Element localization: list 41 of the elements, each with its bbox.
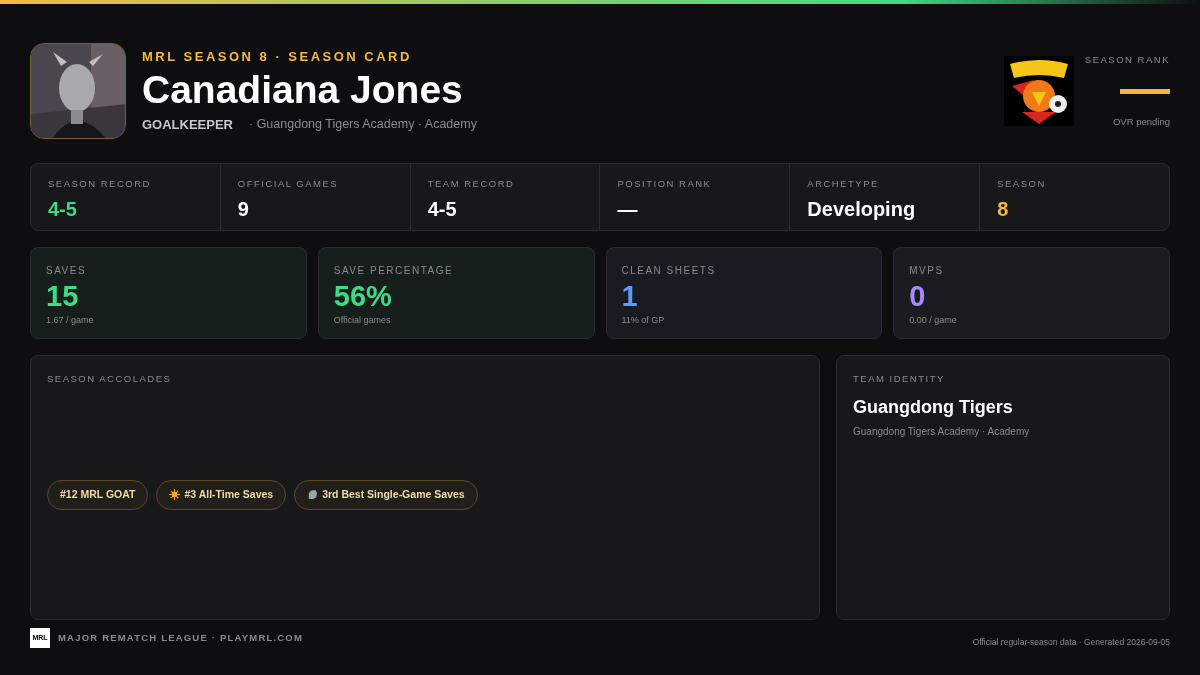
stat-caption: 11% of GP (621, 314, 666, 328)
stat-value: 15 (46, 281, 80, 312)
eyebrow-text: MRL SEASON 8 · SEASON CARD (142, 48, 413, 67)
rank-label: SEASON RANK (1084, 53, 1170, 67)
accolade-chip: 3rd Best Single-Game Saves (294, 479, 478, 510)
team-name: Guangdong Tigers (853, 396, 1014, 420)
stat-label: SAVES (46, 264, 88, 278)
stat-caption: 1.67 / game (46, 314, 95, 328)
stat-label: MVPS (909, 264, 945, 278)
panel-title: TEAM IDENTITY (853, 372, 946, 386)
stat-value: 0 (909, 281, 927, 312)
stat-value: Developing (807, 197, 917, 223)
stat-value: — (617, 197, 639, 223)
panel-title: SEASON ACCOLADES (47, 372, 173, 386)
stat-value: 1 (621, 281, 639, 312)
stat-value: 56% (333, 281, 393, 312)
stat-value: 4-5 (427, 197, 458, 223)
team-line: · Guangdong Tigers Academy · Academy (249, 116, 477, 134)
stat-label: OFFICIAL GAMES (237, 177, 340, 191)
stat-value: 8 (997, 197, 1010, 223)
stat-caption: Official games (333, 314, 392, 328)
rank-placeholder-bar (1120, 88, 1170, 94)
stat-label: POSITION RANK (617, 177, 713, 191)
stat-caption: 0.00 / game (909, 314, 958, 328)
stat-label: CLEAN SHEETS (621, 264, 717, 278)
position-text: GOALKEEPER (142, 116, 233, 135)
stat-label: SAVE PERCENTAGE (333, 264, 455, 278)
stat-value: 4-5 (48, 197, 78, 223)
stat-label: TEAM RECORD (427, 177, 516, 191)
stat-label: ARCHETYPE (807, 177, 880, 191)
team-subtitle: Guangdong Tigers Academy · Academy (853, 425, 1031, 440)
brand-text: MAJOR REMATCH LEAGUE · PLAYMRL.COM (58, 631, 304, 646)
stat-label: SEASON (997, 177, 1047, 191)
accolade-chip: #3 All-Time Saves (156, 479, 287, 510)
rank-note: OVR pending (1112, 114, 1170, 129)
player-name: Canadiana Jones (142, 68, 464, 112)
stat-label: SEASON RECORD (48, 177, 152, 191)
accolade-chip: #12 MRL GOAT (47, 479, 149, 510)
stat-value: 9 (237, 197, 250, 223)
footer-note: Official regular-season data · Generated 2026-09-05 (972, 636, 1170, 649)
burst-icon (169, 489, 181, 501)
